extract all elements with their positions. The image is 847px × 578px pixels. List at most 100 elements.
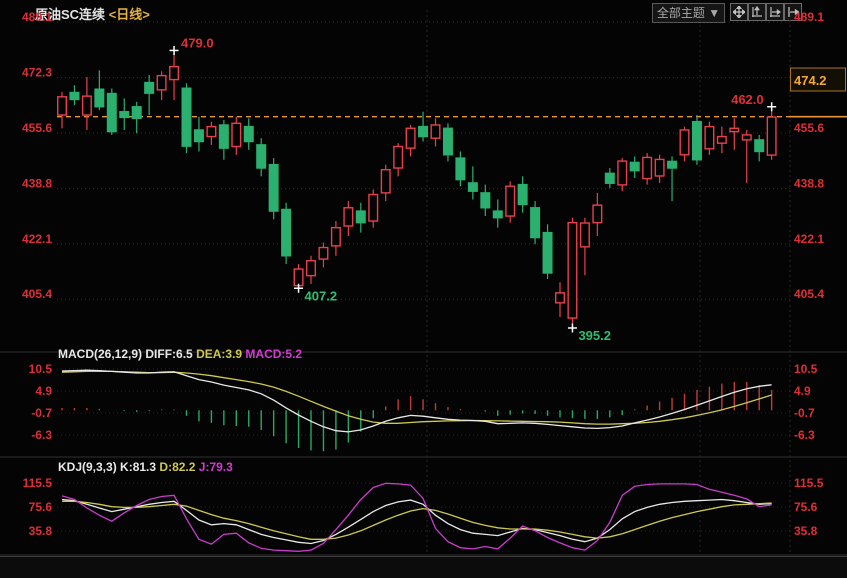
candle[interactable] xyxy=(543,224,552,279)
candle[interactable] xyxy=(668,156,677,201)
time-axis-bar: 日线 ▲ 2021/07/01 星期四 2021/08 2021/09 xyxy=(0,556,847,578)
candle[interactable] xyxy=(593,193,602,236)
candle[interactable] xyxy=(244,118,253,149)
price-axis-label-right: 438.8 xyxy=(794,177,824,191)
candle[interactable] xyxy=(518,176,527,212)
candle[interactable] xyxy=(693,115,702,165)
candle[interactable] xyxy=(469,166,478,199)
candle[interactable] xyxy=(730,118,739,149)
candle[interactable] xyxy=(257,138,266,176)
candle[interactable] xyxy=(145,75,154,115)
svg-text:-0.7: -0.7 xyxy=(794,406,815,420)
candle[interactable] xyxy=(718,127,727,153)
candle[interactable] xyxy=(705,122,714,155)
price-axis-labels: 489.1489.1472.3455.6455.6438.8438.8422.1… xyxy=(22,10,824,301)
svg-text:75.6: 75.6 xyxy=(794,500,818,514)
svg-text:115.5: 115.5 xyxy=(23,476,53,490)
candle[interactable] xyxy=(506,181,515,222)
candlestick-layer xyxy=(58,50,776,328)
price-axis-label-right: 405.4 xyxy=(794,287,824,301)
price-axis-label-right: 422.1 xyxy=(794,232,824,246)
candle[interactable] xyxy=(232,117,241,155)
svg-text:35.8: 35.8 xyxy=(29,524,53,538)
price-annotation: 395.2 xyxy=(578,328,611,343)
candle[interactable] xyxy=(742,130,751,183)
price-axis-label-left: 405.4 xyxy=(22,287,52,301)
last-price-box: 474.2 xyxy=(791,68,846,91)
candle[interactable] xyxy=(108,89,117,135)
candle[interactable] xyxy=(83,77,92,130)
candle[interactable] xyxy=(95,70,104,110)
candle[interactable] xyxy=(157,71,166,100)
candle[interactable] xyxy=(755,135,764,161)
candle[interactable] xyxy=(369,190,378,228)
svg-text:-6.3: -6.3 xyxy=(794,428,815,442)
macd-dea-value: DEA:3.9 xyxy=(196,347,242,361)
candle[interactable] xyxy=(618,158,627,191)
candle[interactable] xyxy=(556,282,565,317)
svg-text:35.8: 35.8 xyxy=(794,524,818,538)
candle[interactable] xyxy=(431,118,440,146)
macd-header: MACD(26,12,9) DIFF:6.5 DEA:3.9 MACD:5.2 xyxy=(58,347,302,361)
macd-macd-value: MACD:5.2 xyxy=(245,347,302,361)
price-axis-label-left: 472.3 xyxy=(22,66,52,80)
svg-text:10.5: 10.5 xyxy=(29,362,53,376)
kdj-header: KDJ(9,3,3) K:81.3 D:82.2 J:79.3 xyxy=(58,460,233,474)
svg-text:-0.7: -0.7 xyxy=(31,406,52,420)
candle[interactable] xyxy=(182,83,191,153)
svg-text:4.9: 4.9 xyxy=(35,384,52,398)
candle[interactable] xyxy=(456,151,465,186)
price-annotation: 407.2 xyxy=(305,288,338,303)
candle[interactable] xyxy=(394,143,403,176)
macd-histogram xyxy=(62,382,772,451)
kdj-d-value: D:82.2 xyxy=(159,460,195,474)
candle[interactable] xyxy=(493,199,502,227)
candle[interactable] xyxy=(444,123,453,161)
price-axis-label-right: 455.6 xyxy=(794,121,824,135)
candle[interactable] xyxy=(680,127,689,162)
candle[interactable] xyxy=(606,168,615,188)
kdj-j-line xyxy=(62,483,772,551)
macd-diff-value: DIFF:6.5 xyxy=(145,347,192,361)
svg-text:10.5: 10.5 xyxy=(794,362,818,376)
candle[interactable] xyxy=(630,156,639,178)
candle[interactable] xyxy=(767,107,776,160)
candle[interactable] xyxy=(643,153,652,184)
candle[interactable] xyxy=(332,221,341,256)
candle[interactable] xyxy=(195,117,204,152)
candle[interactable] xyxy=(120,98,129,129)
price-annotation: 462.0 xyxy=(731,92,764,107)
price-axis-label-left: 422.1 xyxy=(22,232,52,246)
svg-text:4.9: 4.9 xyxy=(794,384,811,398)
chart-window: 原油SC连续 <日线> 全部主题 ▼ xyxy=(0,0,847,578)
candle[interactable] xyxy=(58,92,67,128)
kdj-k-line xyxy=(62,500,772,544)
candle[interactable] xyxy=(581,218,590,275)
candle[interactable] xyxy=(481,185,490,216)
svg-text:75.6: 75.6 xyxy=(29,500,53,514)
candle[interactable] xyxy=(207,122,216,145)
candle[interactable] xyxy=(568,218,577,328)
kdj-j-value: J:79.3 xyxy=(199,460,233,474)
candle[interactable] xyxy=(319,243,328,268)
candle[interactable] xyxy=(344,201,353,236)
kdj-name: KDJ(9,3,3) xyxy=(58,460,117,474)
svg-text:-6.3: -6.3 xyxy=(31,428,52,442)
macd-name: MACD(26,12,9) xyxy=(58,347,142,361)
chart-canvas[interactable]: 479.0407.2395.2462.0489.1489.1472.3455.6… xyxy=(0,0,847,578)
candle[interactable] xyxy=(269,158,278,219)
candle[interactable] xyxy=(307,256,316,284)
candle[interactable] xyxy=(170,50,179,100)
last-price-value: 474.2 xyxy=(794,73,827,88)
candle[interactable] xyxy=(531,201,540,244)
kdj-k-value: K:81.3 xyxy=(120,460,156,474)
price-axis-label-left: 438.8 xyxy=(22,177,52,191)
candle[interactable] xyxy=(655,155,664,183)
candle[interactable] xyxy=(357,203,366,233)
candle[interactable] xyxy=(282,203,291,264)
candle[interactable] xyxy=(70,85,79,105)
candle[interactable] xyxy=(132,102,141,133)
candle[interactable] xyxy=(381,165,390,201)
candle[interactable] xyxy=(220,120,229,160)
candle[interactable] xyxy=(406,125,415,156)
